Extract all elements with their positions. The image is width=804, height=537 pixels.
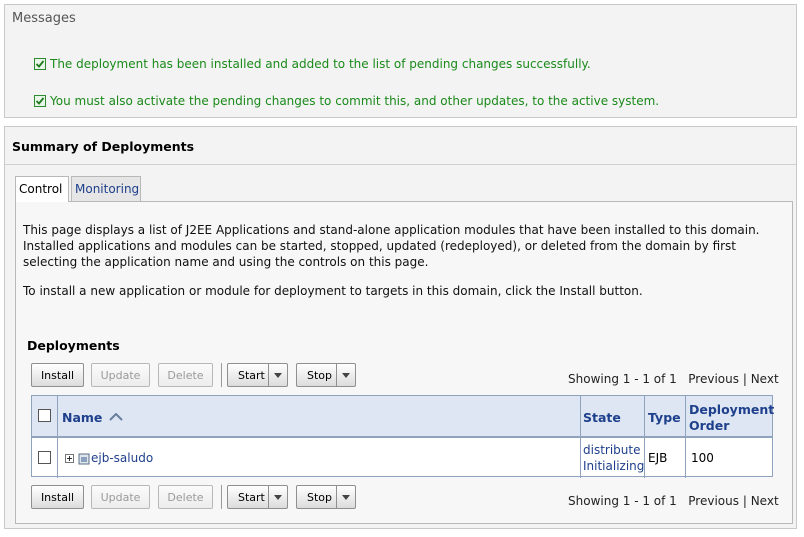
update-button[interactable]: Update bbox=[91, 485, 150, 509]
row-checkbox[interactable] bbox=[38, 451, 51, 464]
toolbar-divider bbox=[221, 363, 222, 387]
deployments-table: Name State Type Deployment Order ejb-sal… bbox=[31, 395, 774, 478]
tab-control[interactable]: Control bbox=[15, 176, 69, 202]
state-line1: distribute bbox=[583, 443, 641, 457]
start-button[interactable]: Start bbox=[227, 363, 288, 387]
page-description: This page displays a list of J2EE Applic… bbox=[23, 223, 760, 269]
stop-button[interactable]: Stop bbox=[296, 363, 356, 387]
table-row: ejb-saludo bbox=[65, 451, 153, 465]
sort-ascending-icon[interactable] bbox=[109, 412, 123, 422]
tab-monitoring[interactable]: Monitoring bbox=[71, 176, 141, 201]
stop-button[interactable]: Stop bbox=[296, 485, 356, 509]
previous-link[interactable]: Previous bbox=[688, 372, 739, 386]
toolbar-divider bbox=[221, 485, 222, 509]
type-cell: EJB bbox=[648, 451, 668, 465]
chevron-down-icon[interactable] bbox=[268, 364, 287, 386]
column-deployment-order[interactable]: Deployment Order bbox=[689, 402, 774, 434]
success-check-icon bbox=[34, 95, 46, 107]
chevron-down-icon[interactable] bbox=[268, 486, 287, 508]
stop-label: Stop bbox=[307, 490, 333, 504]
install-button[interactable]: Install bbox=[31, 363, 84, 387]
column-name[interactable]: Name bbox=[62, 410, 123, 425]
deployments-title: Deployments bbox=[27, 338, 120, 353]
showing-count: Showing 1 - 1 of 1 bbox=[568, 494, 677, 508]
deployment-name-link[interactable]: ejb-saludo bbox=[91, 451, 153, 465]
summary-panel: Summary of Deployments Control Monitorin… bbox=[4, 126, 797, 529]
column-state[interactable]: State bbox=[583, 410, 621, 425]
next-link[interactable]: Next bbox=[751, 372, 779, 386]
next-link[interactable]: Next bbox=[751, 494, 779, 508]
stop-label: Stop bbox=[307, 368, 333, 382]
delete-button[interactable]: Delete bbox=[158, 363, 213, 387]
install-hint: To install a new application or module f… bbox=[23, 284, 643, 298]
summary-title: Summary of Deployments bbox=[5, 127, 796, 165]
messages-panel: Messages The deployment has been install… bbox=[4, 4, 797, 118]
tab-content: This page displays a list of J2EE Applic… bbox=[15, 201, 793, 524]
success-check-icon bbox=[34, 58, 46, 70]
success-message: The deployment has been installed and ad… bbox=[34, 56, 591, 72]
install-button[interactable]: Install bbox=[31, 485, 84, 509]
success-message: You must also activate the pending chang… bbox=[34, 93, 659, 109]
pager-divider: | bbox=[742, 494, 747, 508]
chevron-down-icon[interactable] bbox=[336, 364, 355, 386]
application-icon bbox=[78, 453, 90, 465]
column-name-label: Name bbox=[62, 410, 103, 425]
previous-link[interactable]: Previous bbox=[688, 494, 739, 508]
update-button[interactable]: Update bbox=[91, 363, 150, 387]
state-cell: distribute Initializing bbox=[583, 442, 644, 474]
start-button[interactable]: Start bbox=[227, 485, 288, 509]
chevron-down-icon[interactable] bbox=[336, 486, 355, 508]
column-type[interactable]: Type bbox=[648, 410, 681, 425]
expand-icon[interactable] bbox=[65, 453, 74, 463]
messages-title: Messages bbox=[12, 11, 76, 26]
column-order-line2: Order bbox=[689, 418, 730, 433]
state-line2: Initializing bbox=[583, 459, 645, 473]
message-text: You must also activate the pending chang… bbox=[50, 94, 660, 108]
pagination: Showing 1 - 1 of 1 Previous | Next bbox=[568, 372, 779, 386]
select-all-checkbox[interactable] bbox=[38, 409, 51, 422]
start-label: Start bbox=[238, 368, 265, 382]
pagination: Showing 1 - 1 of 1 Previous | Next bbox=[568, 494, 779, 508]
delete-button[interactable]: Delete bbox=[158, 485, 213, 509]
start-label: Start bbox=[238, 490, 265, 504]
column-order-line1: Deployment bbox=[689, 402, 775, 417]
message-text: The deployment has been installed and ad… bbox=[50, 57, 591, 71]
showing-count: Showing 1 - 1 of 1 bbox=[568, 372, 677, 386]
pager-divider: | bbox=[742, 372, 747, 386]
order-cell: 100 bbox=[691, 451, 714, 465]
